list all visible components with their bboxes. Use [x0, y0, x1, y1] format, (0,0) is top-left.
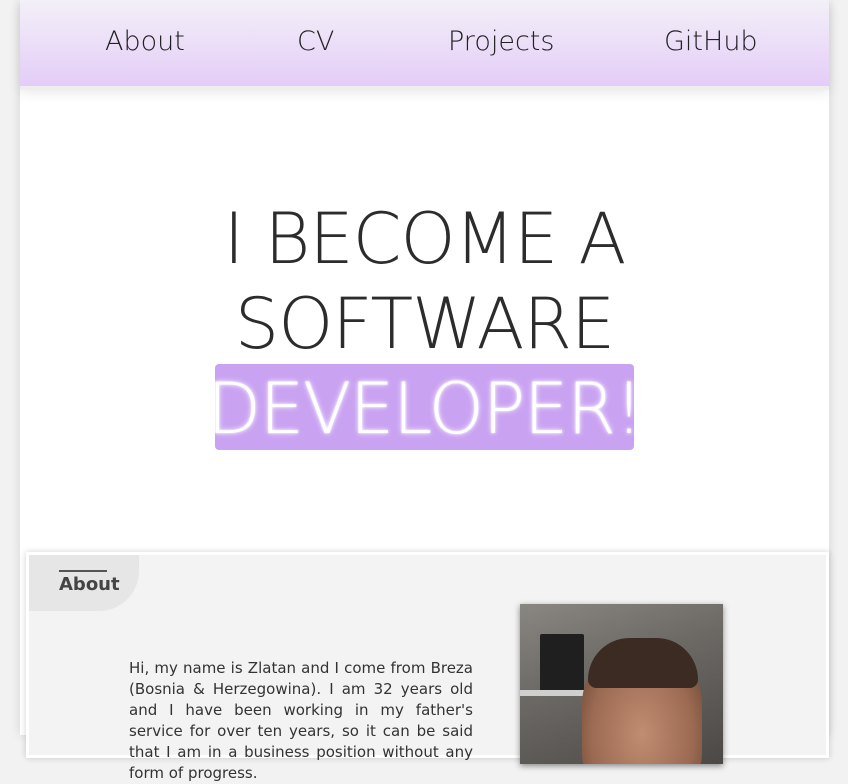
hero-section: I BECOME A SOFTWARE DEVELOPER!	[20, 90, 829, 540]
about-text: Hi, my name is Zlatan and I come from Br…	[129, 659, 473, 782]
nav-link-projects[interactable]: Projects	[448, 22, 554, 62]
nav-link-about[interactable]: About	[105, 22, 185, 62]
hero-line-1: I BECOME A	[223, 198, 627, 280]
hero-line-2: SOFTWARE	[234, 283, 615, 365]
profile-photo	[520, 604, 723, 764]
page: About CV Projects GitHub I BECOME A SOFT…	[20, 0, 829, 782]
about-title-rule	[59, 570, 107, 572]
photo-monitor	[540, 634, 584, 694]
photo-hair	[588, 638, 698, 688]
about-section: About Hi, my name is Zlatan and I come f…	[26, 552, 829, 782]
hero-line-3: DEVELOPER!	[207, 368, 643, 450]
nav-link-cv[interactable]: CV	[297, 22, 334, 62]
top-nav: About CV Projects GitHub	[20, 0, 829, 86]
about-title: About	[59, 574, 120, 595]
about-tab: About	[29, 555, 139, 611]
nav-link-github[interactable]: GitHub	[664, 22, 758, 62]
